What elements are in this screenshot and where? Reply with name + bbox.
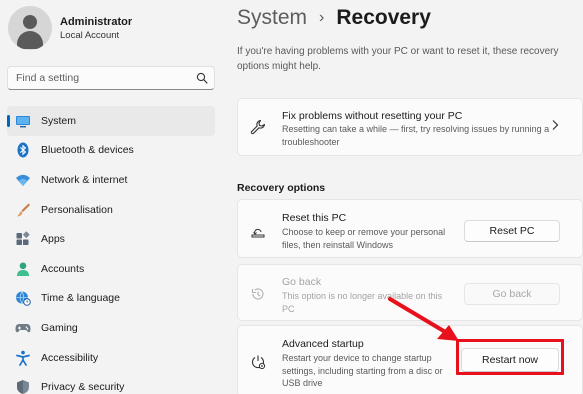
globe-clock-icon [15,290,31,307]
sidebar-item-network[interactable]: Network & internet [7,165,215,195]
accessibility-icon [15,350,31,366]
sidebar-item-bluetooth[interactable]: Bluetooth & devices [7,136,215,166]
wifi-icon [15,172,31,188]
sidebar-item-label: System [41,114,77,127]
reset-pc-button[interactable]: Reset PC [464,220,560,242]
reset-pc-title: Reset this PC [282,212,347,224]
breadcrumb: System › Recovery [237,6,431,30]
go-back-title: Go back [282,276,322,288]
reset-pc-card: Reset this PC Choose to keep or remove y… [237,199,583,258]
sidebar-item-label: Accessibility [41,351,99,364]
restart-now-button[interactable]: Restart now [461,348,559,372]
sidebar-item-apps[interactable]: Apps [7,224,215,254]
avatar [8,6,52,50]
shield-icon [15,379,31,394]
main-content: System › Recovery If you're having probl… [237,0,583,394]
intro-text: If you're having problems with your PC o… [237,46,559,72]
sidebar: Administrator Local Account System Bluet… [0,0,222,394]
reset-pc-icon [251,228,265,238]
search-icon[interactable] [196,72,208,84]
search-box[interactable] [7,66,215,90]
sidebar-item-label: Apps [41,233,65,246]
profile-account-type: Local Account [60,29,120,41]
advanced-startup-description: Restart your device to change startup se… [282,353,443,388]
sidebar-item-system[interactable]: System [7,106,215,136]
breadcrumb-separator: › [319,9,325,26]
brush-icon [15,202,31,218]
sidebar-item-label: Time & language [41,292,120,305]
apps-icon [15,231,31,247]
history-icon [251,288,264,300]
annotation-arrow-icon [388,297,459,341]
sidebar-item-label: Network & internet [41,173,128,186]
sidebar-nav: System Bluetooth & devices Network & int… [7,106,215,394]
sidebar-item-label: Personalisation [41,203,113,216]
search-input[interactable] [16,72,196,84]
user-profile[interactable]: Administrator Local Account [8,6,132,50]
advanced-startup-title: Advanced startup [282,338,364,350]
sidebar-item-label: Bluetooth & devices [41,144,134,157]
sidebar-item-gaming[interactable]: Gaming [7,313,215,343]
sidebar-item-accessibility[interactable]: Accessibility [7,343,215,373]
gamepad-icon [15,320,31,336]
monitor-icon [15,113,31,129]
wrench-icon [250,119,266,135]
reset-pc-description: Choose to keep or remove your personal f… [282,227,446,250]
breadcrumb-parent[interactable]: System [237,6,307,30]
bluetooth-icon [15,142,31,158]
sidebar-item-label: Privacy & security [41,381,125,394]
go-back-button: Go back [464,283,560,305]
profile-name: Administrator [60,15,133,28]
troubleshooter-card[interactable]: Fix problems without resetting your PC R… [237,98,583,156]
sidebar-item-time-language[interactable]: Time & language [7,284,215,314]
chevron-right-icon [552,120,559,130]
sidebar-item-privacy-security[interactable]: Privacy & security [7,372,215,394]
troubleshooter-title: Fix problems without resetting your PC [282,110,463,122]
troubleshooter-description: Resetting can take a while — first, try … [282,124,550,147]
sidebar-item-label: Gaming [41,321,78,334]
person-icon [15,261,31,277]
sidebar-item-personalisation[interactable]: Personalisation [7,195,215,225]
advanced-startup-icon [251,355,266,370]
recovery-options-heading: Recovery options [237,182,326,194]
sidebar-item-accounts[interactable]: Accounts [7,254,215,284]
sidebar-item-label: Accounts [41,262,85,275]
page-title: Recovery [336,6,431,29]
